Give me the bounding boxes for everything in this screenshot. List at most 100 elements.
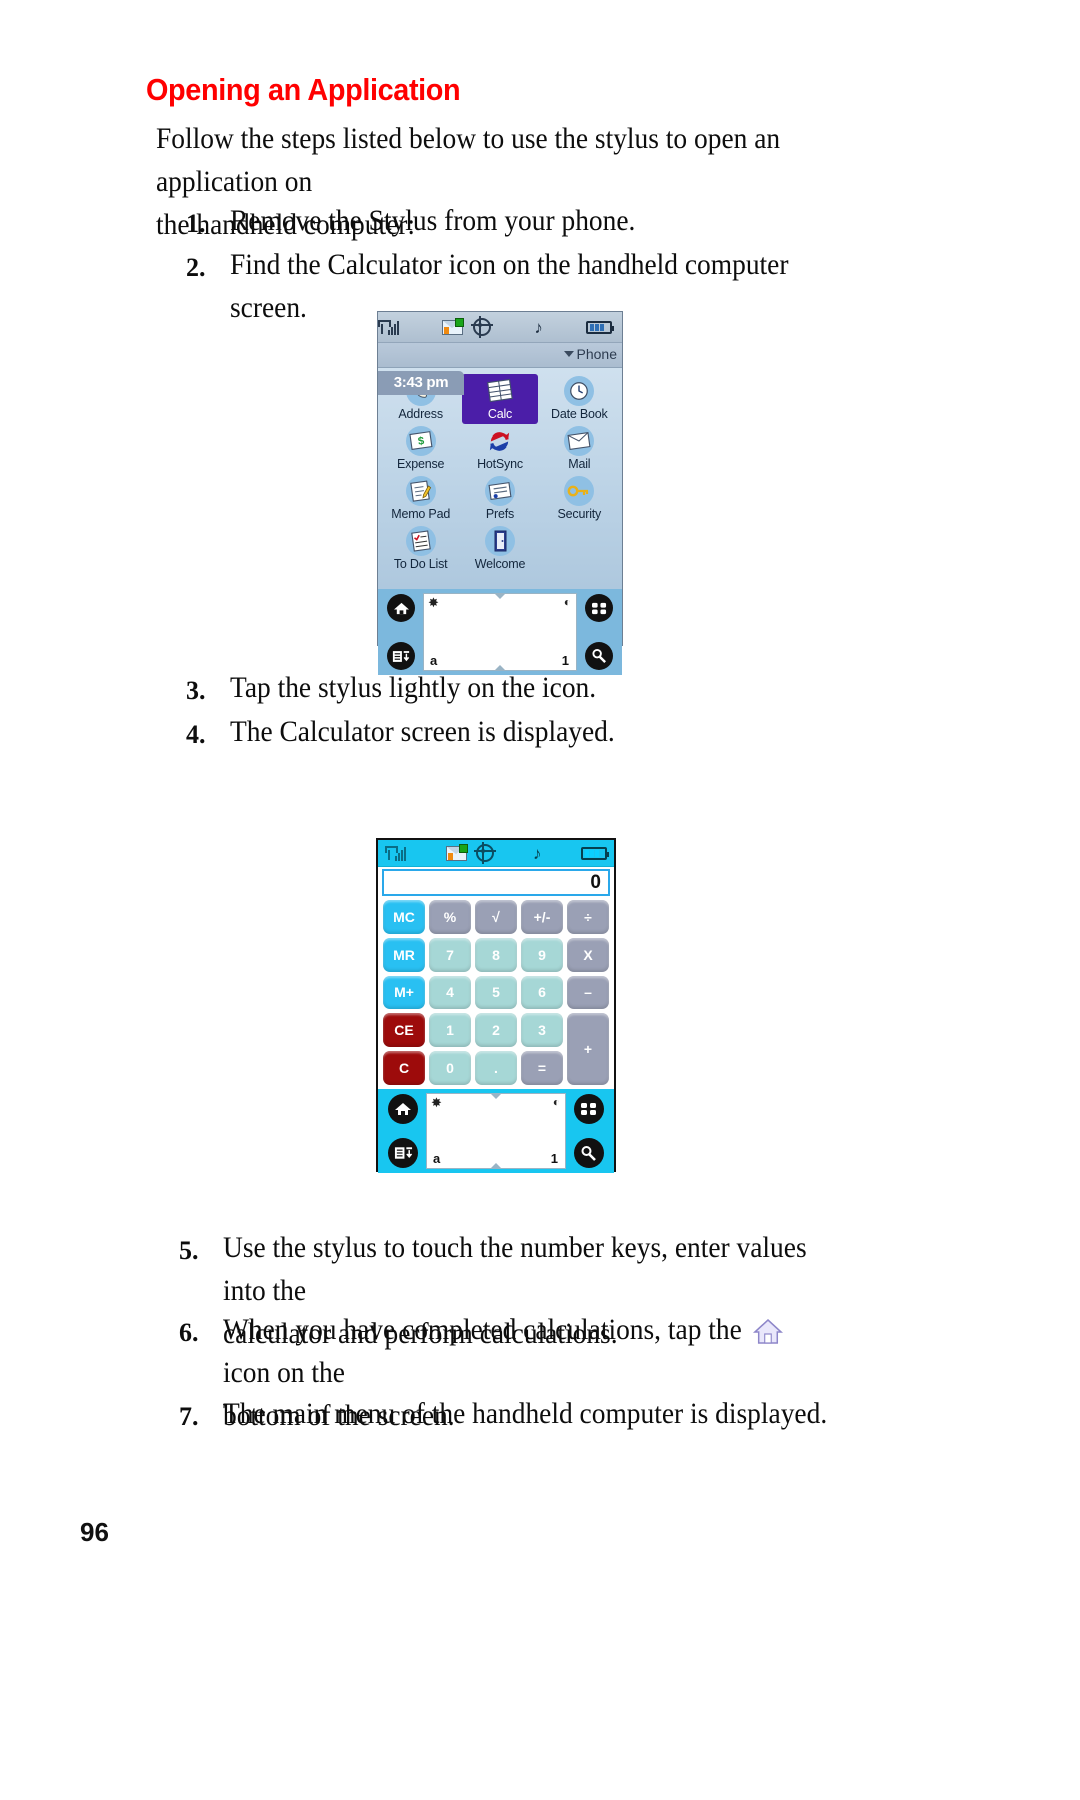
page-title: Opening an Application bbox=[146, 72, 461, 107]
category-selector[interactable]: Phone bbox=[563, 346, 617, 362]
calculator-status-bar: ♪ bbox=[378, 840, 614, 867]
key-minus[interactable]: – bbox=[567, 975, 609, 1010]
step-7-number: 7. bbox=[179, 1402, 199, 1431]
app-icon-welcome[interactable]: Welcome bbox=[462, 524, 538, 574]
launcher-graffiti-area: ✸ ◐ a 1 bbox=[378, 589, 622, 675]
app-icon-security[interactable]: Security bbox=[541, 474, 617, 524]
step-1-text: Remove the Stylus from your phone. bbox=[230, 205, 636, 237]
key-mr[interactable]: MR bbox=[383, 937, 425, 972]
home-icon[interactable] bbox=[387, 594, 415, 622]
music-note-icon: ♪ bbox=[534, 317, 543, 337]
battery-icon bbox=[581, 846, 609, 860]
key-percent[interactable]: % bbox=[429, 900, 471, 934]
step-4-number: 4. bbox=[186, 720, 206, 749]
graffiti-notch-bottom bbox=[491, 1163, 501, 1168]
contrast-icon[interactable]: ◐ bbox=[564, 595, 571, 610]
key-ce[interactable]: CE bbox=[383, 1013, 425, 1048]
app-label-hotsync: HotSync bbox=[477, 457, 523, 471]
key-icon bbox=[564, 476, 595, 506]
key-2[interactable]: 2 bbox=[475, 1013, 517, 1048]
key-0[interactable]: 0 bbox=[429, 1051, 471, 1085]
app-icon-todolist[interactable]: To Do List bbox=[383, 524, 459, 574]
mail-icon bbox=[564, 426, 595, 456]
app-label-calc: Calc bbox=[487, 407, 513, 421]
key-plus[interactable]: + bbox=[567, 1013, 609, 1085]
app-label-mail: Mail bbox=[568, 457, 591, 471]
menu-icon[interactable] bbox=[387, 642, 415, 670]
graffiti-numeric-label: 1 bbox=[561, 653, 569, 668]
key-c[interactable]: C bbox=[383, 1051, 425, 1085]
key-1[interactable]: 1 bbox=[429, 1013, 471, 1048]
key-divide[interactable]: ÷ bbox=[567, 900, 609, 934]
key-mc[interactable]: MC bbox=[383, 900, 425, 934]
graffiti-notch-top bbox=[491, 1094, 501, 1099]
key-sqrt[interactable]: √ bbox=[475, 900, 517, 934]
brightness-icon[interactable]: ✸ bbox=[431, 1095, 442, 1111]
step-1-number: 1. bbox=[186, 209, 206, 238]
app-icon-prefs[interactable]: Prefs bbox=[462, 474, 538, 524]
step-4-text: The Calculator screen is displayed. bbox=[230, 716, 615, 748]
app-label-datebook: Date Book bbox=[551, 407, 608, 421]
calculator-graffiti-area: ✸ ◐ a 1 bbox=[378, 1089, 614, 1173]
key-4[interactable]: 4 bbox=[429, 975, 471, 1010]
menu-icon[interactable] bbox=[388, 1138, 418, 1168]
key-mplus[interactable]: M+ bbox=[383, 975, 425, 1010]
app-icon-mail[interactable]: Mail bbox=[541, 424, 617, 474]
key-7[interactable]: 7 bbox=[429, 937, 471, 972]
app-label-security: Security bbox=[557, 507, 602, 521]
app-icon-expense[interactable]: $ Expense bbox=[383, 424, 459, 474]
calc-silk-right-column bbox=[568, 1093, 610, 1169]
key-8[interactable]: 8 bbox=[475, 937, 517, 972]
key-3[interactable]: 3 bbox=[521, 1013, 563, 1048]
step-5-number: 5. bbox=[179, 1236, 199, 1265]
app-icon-memopad[interactable]: Memo Pad bbox=[383, 474, 459, 524]
page-number: 96 bbox=[80, 1517, 109, 1547]
find-magnifier-icon[interactable] bbox=[574, 1138, 604, 1168]
app-icon-datebook[interactable]: Date Book bbox=[541, 374, 617, 424]
app-icon-calc[interactable]: Calc bbox=[461, 374, 538, 424]
launcher-silk-left-column bbox=[381, 593, 421, 671]
calculator-keypad: MC % √ +/- ÷ MR 7 8 9 X M+ 4 5 6 – CE 1 … bbox=[378, 898, 614, 1089]
signal-bars-icon bbox=[378, 320, 387, 334]
graffiti-writing-area[interactable]: ✸ ◐ a 1 bbox=[426, 1093, 566, 1169]
graffiti-writing-area[interactable]: ✸ ◐ a 1 bbox=[423, 593, 577, 671]
app-grid: Address Calc Date Book $ Expense HotSync… bbox=[378, 368, 622, 589]
app-icon-hotsync[interactable]: HotSync bbox=[462, 424, 538, 474]
launcher-category-bar: 3:43 pm Phone bbox=[378, 343, 622, 395]
step-2-number: 2. bbox=[186, 253, 206, 282]
key-sign[interactable]: +/- bbox=[521, 900, 563, 934]
clock-icon bbox=[564, 376, 595, 406]
apps-grid-icon[interactable] bbox=[585, 594, 613, 622]
step-1: 1. Remove the Stylus from your phone. bbox=[186, 200, 666, 245]
app-label-address: Address bbox=[398, 407, 443, 421]
key-equals[interactable]: = bbox=[521, 1051, 563, 1085]
calculator-screenshot: ♪ 0 MC % √ +/- ÷ MR 7 8 9 X M+ 4 5 6 – C… bbox=[376, 838, 616, 1173]
home-icon[interactable] bbox=[388, 1094, 418, 1124]
brightness-icon[interactable]: ✸ bbox=[428, 595, 439, 611]
checklist-icon bbox=[405, 526, 436, 556]
category-label: Phone bbox=[576, 346, 617, 362]
calculator-icon bbox=[485, 376, 515, 406]
key-multiply[interactable]: X bbox=[567, 937, 609, 972]
key-5[interactable]: 5 bbox=[475, 975, 517, 1010]
envelope-icon bbox=[442, 317, 465, 335]
contrast-icon[interactable]: ◐ bbox=[553, 1095, 560, 1110]
battery-icon bbox=[586, 320, 615, 334]
key-9[interactable]: 9 bbox=[521, 937, 563, 972]
key-decimal[interactable]: . bbox=[475, 1051, 517, 1085]
step-3-number: 3. bbox=[186, 676, 206, 705]
find-magnifier-icon[interactable] bbox=[585, 642, 613, 670]
apps-grid-icon[interactable] bbox=[574, 1094, 604, 1124]
hotsync-arrows-icon bbox=[485, 426, 515, 456]
memo-pencil-icon bbox=[405, 476, 436, 506]
graffiti-numeric-label: 1 bbox=[550, 1151, 558, 1166]
app-label-memopad: Memo Pad bbox=[391, 507, 451, 521]
status-time: 3:43 pm bbox=[378, 371, 464, 395]
app-label-welcome: Welcome bbox=[474, 557, 526, 571]
calculator-display: 0 bbox=[382, 869, 610, 896]
launcher-silk-right-column bbox=[579, 593, 619, 671]
money-icon: $ bbox=[405, 426, 436, 456]
chevron-down-icon bbox=[563, 351, 574, 357]
graffiti-notch-top bbox=[495, 594, 505, 599]
key-6[interactable]: 6 bbox=[521, 975, 563, 1010]
